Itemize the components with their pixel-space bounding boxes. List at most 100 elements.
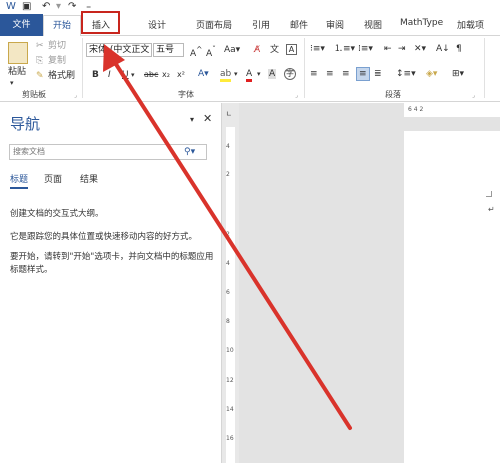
cut-icon[interactable]: ✂ [36, 41, 44, 51]
distributed-icon[interactable]: ≣ [374, 69, 382, 79]
save-icon[interactable]: ▣ [22, 1, 31, 12]
horizontal-ruler: 6 4 2 [404, 103, 500, 117]
grow-font-icon[interactable]: A^ [190, 45, 202, 59]
insert-tab-highlight [81, 11, 120, 34]
multilevel-list-icon[interactable]: ⁞≡▾ [358, 44, 373, 54]
ribbon: 粘贴 ▾ ✂ 剪切 ⎘ 复制 ✎ 格式刷 剪贴板 ⌟ 宋体 (中文正文 五号 A… [0, 36, 500, 102]
margin-corner [486, 191, 492, 197]
align-left-icon[interactable]: ≡ [310, 69, 318, 79]
chevron-down-icon[interactable]: ▾ [131, 70, 135, 80]
nav-tab-pages[interactable]: 页面 [44, 172, 62, 185]
ruler-mark: 14 [226, 406, 234, 413]
format-painter-button[interactable]: 格式刷 [48, 71, 75, 81]
undo-icon[interactable]: ↶ [42, 1, 50, 12]
tab-view[interactable]: 视图 [364, 18, 382, 31]
clipboard-group-label: 剪贴板 [22, 90, 46, 99]
font-size-dropdown[interactable]: 五号 [153, 43, 184, 57]
group-separator [82, 38, 83, 98]
strikethrough-icon[interactable]: abc [144, 70, 158, 80]
font-group-label: 字体 [178, 90, 194, 99]
borders-icon[interactable]: ⊞▾ [452, 69, 464, 79]
align-right-icon[interactable]: ≡ [342, 69, 350, 79]
document-page[interactable]: ↵ [404, 131, 500, 463]
dialog-launcher-icon[interactable]: ⌟ [74, 91, 77, 101]
font-size-value: 五号 [156, 45, 175, 55]
underline-icon[interactable]: U [122, 70, 129, 80]
close-icon[interactable]: ✕ [203, 113, 212, 124]
group-separator [304, 38, 305, 98]
dialog-launcher-icon[interactable]: ⌟ [295, 91, 298, 101]
font-name-dropdown[interactable]: 宋体 (中文正文 [86, 43, 152, 57]
word-logo-icon: W [6, 1, 16, 12]
bullets-icon[interactable]: ⁝≡▾ [310, 44, 325, 54]
ruler-mark: 4 [226, 260, 230, 267]
ruler-mark: 4 [226, 143, 230, 150]
nav-hint-1: 创建文档的交互式大纲。 [10, 209, 104, 219]
redo-icon[interactable]: ↷ [68, 1, 76, 12]
sort-icon[interactable]: A↓ [436, 44, 450, 54]
copy-icon[interactable]: ⎘ [36, 56, 43, 66]
align-center-icon[interactable]: ≡ [326, 69, 334, 79]
paragraph-group-label: 段落 [385, 90, 401, 99]
ruler-mark: 12 [226, 377, 234, 384]
nav-hint-3: 要开始，请转到"开始"选项卡，并向文档中的标题应用标题样式。 [10, 252, 214, 275]
chevron-down-icon[interactable]: ▾ [56, 1, 61, 12]
character-border-icon[interactable]: A [286, 44, 297, 55]
enclose-characters-icon[interactable]: 字 [284, 68, 296, 80]
nav-tab-headings[interactable]: 标题 [10, 172, 29, 189]
ruler-mark: 6 [226, 289, 230, 296]
search-placeholder: 搜索文档 [13, 147, 45, 156]
subscript-icon[interactable]: x₂ [162, 70, 170, 80]
ruler-marks: 6 4 2 [408, 106, 424, 113]
format-painter-icon[interactable]: ✎ [36, 71, 44, 81]
chevron-down-icon[interactable]: ▾ [190, 115, 194, 125]
bold-icon[interactable]: B [92, 70, 99, 80]
tab-design[interactable]: 设计 [148, 18, 166, 31]
cut-button[interactable]: 剪切 [48, 41, 66, 51]
clear-formatting-icon[interactable]: A̸ [254, 45, 260, 55]
chevron-down-icon[interactable]: ▾ [257, 69, 261, 79]
ruler-mark: 2 [226, 171, 230, 178]
tab-home[interactable]: 开始 [43, 15, 81, 37]
chevron-down-icon[interactable]: ▾ [10, 78, 14, 88]
search-input[interactable]: 搜索文档 ⚲▾ [9, 144, 207, 160]
tab-mathtype[interactable]: MathType [400, 18, 443, 28]
tab-selector-icon[interactable]: ∟ [226, 109, 232, 119]
copy-button[interactable]: 复制 [48, 56, 66, 66]
tab-mailings[interactable]: 邮件 [290, 18, 308, 31]
dialog-launcher-icon[interactable]: ⌟ [472, 91, 475, 101]
search-icon[interactable]: ⚲▾ [184, 147, 195, 157]
title-bar: W ▣ ↶ ▾ ↷ ₌ [0, 0, 500, 14]
font-name-value: 宋体 (中文正文 [89, 45, 150, 55]
phonetic-guide-icon[interactable]: 文 [270, 45, 279, 55]
justify-icon[interactable]: ≡ [356, 67, 370, 81]
tab-references[interactable]: 引用 [252, 18, 270, 31]
superscript-icon[interactable]: x² [177, 70, 185, 80]
shrink-font-icon[interactable]: Aˇ [206, 45, 216, 59]
tab-layout[interactable]: 页面布局 [196, 18, 232, 31]
highlight-icon[interactable]: ab [220, 69, 232, 82]
chinese-layout-icon[interactable]: ✕▾ [414, 44, 426, 54]
italic-icon[interactable]: I [108, 70, 111, 80]
numbering-icon[interactable]: ⒈≡▾ [334, 44, 355, 54]
chevron-down-icon[interactable]: ▾ [234, 69, 238, 79]
vertical-ruler: ∟ 4 2 2 4 6 8 10 12 14 16 [222, 103, 239, 463]
increase-indent-icon[interactable]: ⇥ [398, 44, 406, 54]
line-spacing-icon[interactable]: ↕≡▾ [396, 69, 416, 79]
ruler-mark: 8 [226, 318, 230, 325]
ruler-mark: 2 [226, 231, 230, 238]
character-shading-icon[interactable]: A [268, 69, 277, 79]
show-marks-icon[interactable]: ¶ [456, 44, 462, 54]
shading-icon[interactable]: ◈▾ [426, 69, 437, 79]
tab-addins[interactable]: 加载项 [457, 18, 484, 31]
text-effects-icon[interactable]: A▾ [198, 69, 209, 79]
tab-file[interactable]: 文件 [0, 14, 43, 36]
paste-icon[interactable] [8, 42, 28, 64]
tab-review[interactable]: 审阅 [326, 18, 344, 31]
nav-tab-results[interactable]: 结果 [80, 172, 98, 185]
paste-button[interactable]: 粘贴 [8, 67, 26, 77]
font-color-icon[interactable]: A [246, 69, 253, 82]
change-case-icon[interactable]: Aa▾ [224, 45, 240, 55]
ruler-mark: 10 [226, 347, 234, 354]
decrease-indent-icon[interactable]: ⇤ [384, 44, 392, 54]
